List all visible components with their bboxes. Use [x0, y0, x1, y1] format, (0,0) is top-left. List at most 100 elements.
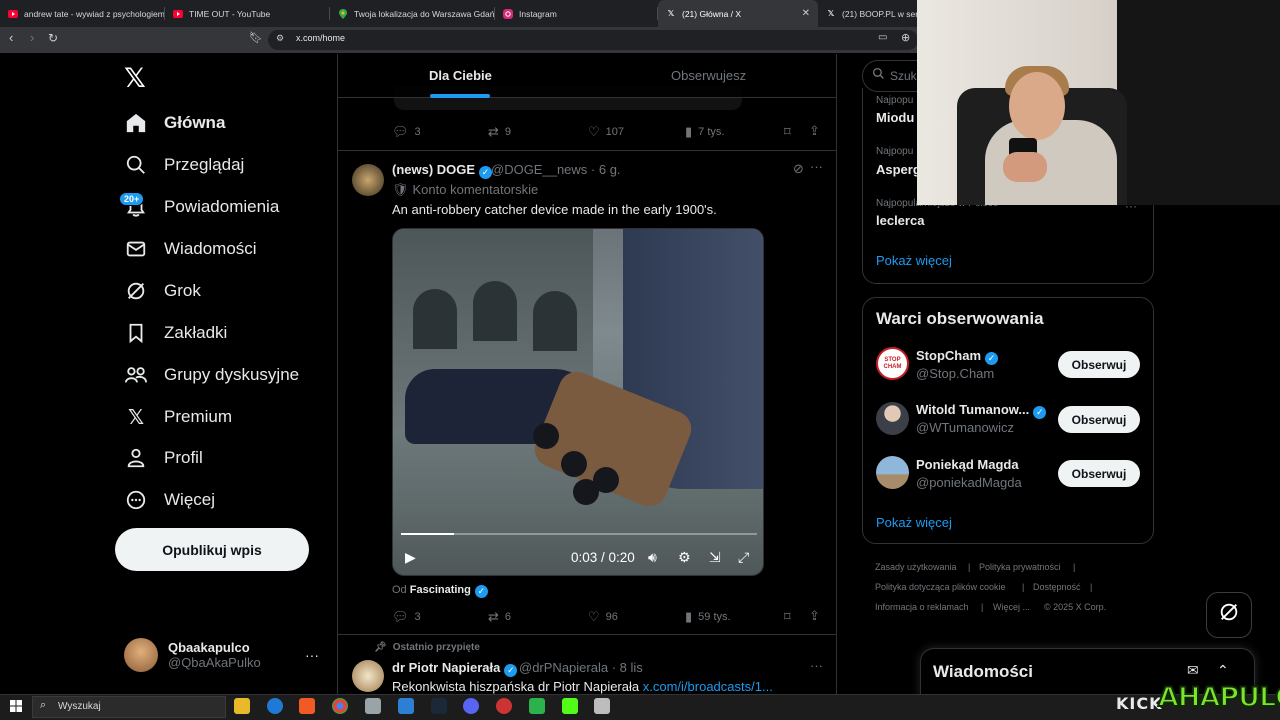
nav-item-communities[interactable]: Grupy dyskusyjne — [124, 363, 299, 387]
grok-explain-icon[interactable]: ⊘ — [793, 161, 804, 177]
forward-icon[interactable]: › — [30, 30, 34, 45]
repost-button[interactable]: ⇄ 9 — [488, 124, 511, 140]
expand-chevron-icon[interactable]: ⌃ — [1217, 662, 1229, 679]
reply-button[interactable]: 💬︎ 3 — [392, 124, 421, 140]
grok-floating-button[interactable] — [1206, 592, 1252, 638]
browser-tab[interactable]: Twoja lokalizacja do Warszawa Gdań — [330, 0, 495, 27]
post-link[interactable]: x.com/i/broadcasts/1... — [643, 679, 773, 694]
nav-item-messages[interactable]: Wiadomości — [124, 237, 257, 261]
video-player[interactable]: ▶ 0:03 / 0:20 🔊︎ ⚙ ⇲ ⤢ — [392, 228, 764, 576]
chrome-icon[interactable] — [332, 698, 348, 714]
search-icon — [124, 153, 148, 177]
more-dots-icon[interactable]: ··· — [810, 658, 823, 673]
account-switcher[interactable]: Qbaakapulco @QbaAkaPulko — [124, 638, 261, 672]
avatar[interactable] — [876, 456, 909, 489]
suggested-user-name[interactable]: StopCham ✓ — [916, 348, 998, 365]
post-author-handle[interactable]: @DOGE__news · 6 g. — [491, 162, 621, 177]
like-button[interactable]: ♡ 107 — [588, 124, 624, 140]
discord-icon[interactable] — [463, 698, 479, 714]
post-author-name[interactable]: (news) DOGE ✓ — [392, 162, 493, 179]
show-more-trends[interactable]: Pokaż więcej — [876, 253, 952, 268]
footer-link[interactable]: Polityka prywatności — [979, 562, 1061, 572]
follow-button[interactable]: Obserwuj — [1058, 460, 1140, 487]
play-icon[interactable]: ▶ — [405, 549, 416, 566]
trend-title[interactable]: leclerca — [876, 213, 924, 228]
edge-browser-icon[interactable] — [267, 698, 283, 714]
share-icon[interactable]: ⇪ — [809, 123, 820, 139]
show-more-suggestions[interactable]: Pokaż więcej — [876, 515, 952, 530]
tab-following[interactable]: Obserwujesz — [671, 68, 746, 83]
steam-icon[interactable] — [431, 698, 447, 714]
reload-icon[interactable]: ↻ — [48, 31, 58, 45]
more-dots-icon[interactable]: ··· — [305, 647, 319, 663]
repost-button[interactable]: ⇄ 6 — [488, 609, 511, 625]
browser-tab[interactable]: TIME OUT - YouTube — [165, 0, 330, 27]
file-explorer-icon[interactable] — [234, 698, 250, 714]
share-icon[interactable]: ⇪ — [809, 608, 820, 624]
browser-tab[interactable]: andrew tate - wywiad z psychologiem — [0, 0, 165, 27]
obs-icon[interactable] — [496, 698, 512, 714]
app-icon[interactable] — [398, 698, 414, 714]
follow-button[interactable]: Obserwuj — [1058, 406, 1140, 433]
nav-item-home[interactable]: Główna — [124, 111, 225, 135]
footer-link[interactable]: Zasady użytkowania — [875, 562, 957, 572]
browser-tab-active[interactable]: 𝕏 (21) Główna / X ✕ — [658, 0, 818, 27]
footer-link[interactable]: Polityka dotycząca plików cookie — [875, 582, 1006, 592]
like-button[interactable]: ♡ 96 — [588, 609, 618, 625]
nav-item-bookmarks[interactable]: Zakładki — [124, 321, 227, 345]
follow-button[interactable]: Obserwuj — [1058, 351, 1140, 378]
trend-title[interactable]: Asperg — [876, 162, 921, 177]
volume-icon[interactable]: 🔊︎ — [648, 549, 657, 566]
avatar[interactable]: STOP CHAM — [876, 347, 909, 380]
suggested-user-name[interactable]: Poniekąd Magda — [916, 457, 1019, 472]
url-text[interactable]: x.com/home — [296, 33, 345, 43]
post-button[interactable]: Opublikuj wpis — [115, 528, 309, 571]
views-button[interactable]: ▮ 59 tys. — [685, 609, 731, 625]
from-name[interactable]: Fascinating — [410, 584, 471, 596]
close-tab-icon[interactable]: ✕ — [802, 8, 810, 19]
avatar[interactable] — [352, 164, 384, 196]
more-dots-icon[interactable]: ··· — [810, 159, 823, 174]
trend-title[interactable]: Miodu — [876, 110, 914, 125]
footer-link[interactable]: Więcej ... — [993, 602, 1030, 612]
nav-item-grok[interactable]: Grok — [124, 279, 201, 303]
x-logo-icon[interactable]: 𝕏 — [124, 63, 146, 94]
nav-item-more[interactable]: Więcej — [124, 488, 215, 512]
new-message-icon[interactable]: ✉︎ — [1187, 662, 1199, 679]
app-icon[interactable] — [529, 698, 545, 714]
nav-item-explore[interactable]: Przeglądaj — [124, 153, 244, 177]
bookmark-page-icon[interactable]: 🔖︎ — [249, 31, 263, 44]
cast-icon[interactable]: ▭ — [878, 32, 887, 43]
avatar[interactable] — [352, 660, 384, 692]
suggested-user-name[interactable]: Witold Tumanow... ✓ — [916, 402, 1047, 419]
app-icon[interactable] — [562, 698, 578, 714]
footer-separator: | — [1073, 562, 1076, 572]
post-author-name[interactable]: dr Piotr Napierała ✓ — [392, 660, 518, 677]
fullscreen-icon[interactable]: ⤢ — [738, 549, 749, 566]
settings-gear-icon[interactable]: ⚙ — [678, 549, 691, 566]
app-icon[interactable] — [365, 698, 381, 714]
app-icon[interactable] — [594, 698, 610, 714]
nav-item-profile[interactable]: Profil — [124, 446, 203, 470]
bookmark-icon[interactable]: ⌑ — [784, 609, 791, 625]
video-progress-bar[interactable] — [401, 533, 757, 535]
brave-browser-icon[interactable] — [299, 698, 315, 714]
browser-tab[interactable]: 𝕏 (21) BOOP.PL w ser — [818, 0, 918, 27]
browser-tab[interactable]: Instagram — [495, 0, 658, 27]
zoom-icon[interactable]: ⊕ — [901, 31, 910, 44]
back-icon[interactable]: ‹ — [9, 30, 13, 45]
footer-link[interactable]: Dostępność — [1033, 582, 1081, 592]
nav-item-premium[interactable]: 𝕏 Premium — [124, 405, 232, 429]
picture-in-picture-icon[interactable]: ⇲ — [709, 549, 721, 566]
site-info-icon[interactable]: ⚙ — [276, 33, 284, 44]
avatar[interactable] — [876, 402, 909, 435]
post-author-handle[interactable]: @drPNapierala · 8 lis — [519, 660, 643, 675]
nav-item-notifications[interactable]: Powiadomienia — [124, 195, 279, 219]
bookmark-icon[interactable]: ⌑ — [784, 124, 791, 140]
tab-for-you[interactable]: Dla Ciebie — [429, 68, 492, 83]
windows-start-icon[interactable] — [10, 700, 22, 715]
reply-button[interactable]: 💬︎ 3 — [392, 609, 421, 625]
footer-link[interactable]: Informacja o reklamach — [875, 602, 969, 612]
address-bar[interactable] — [268, 30, 918, 50]
views-button[interactable]: ▮ 7 tys. — [685, 124, 724, 140]
